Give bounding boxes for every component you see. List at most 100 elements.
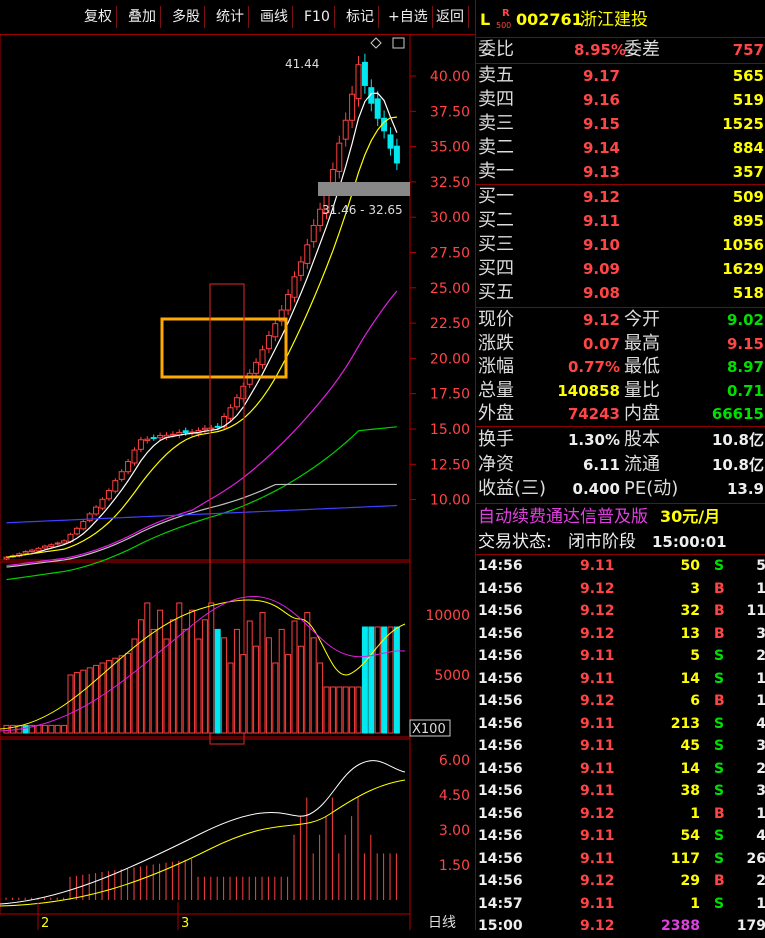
buy-vol: 518 — [732, 284, 764, 302]
volume-bar — [278, 628, 285, 734]
toolbar-button-8[interactable]: 返回 — [432, 6, 469, 28]
candle-body — [265, 335, 272, 350]
buy-label: 买一 — [478, 186, 514, 207]
tick-count: 1 — [756, 580, 765, 597]
sell-vol: 565 — [732, 67, 764, 85]
tick-time: 14:56 — [478, 738, 523, 754]
price-axis-label: 27.50 — [430, 246, 470, 262]
buy-label: 买四 — [478, 258, 514, 279]
volume-bar — [86, 667, 93, 734]
tick-time: 14:56 — [478, 603, 523, 619]
volume-bar — [125, 652, 132, 734]
tick-volume: 13 — [680, 625, 700, 642]
volume-bar — [112, 657, 119, 734]
toolbar-button-2[interactable]: 多股 — [168, 6, 205, 28]
tick-price: 9.11 — [580, 715, 615, 732]
tick-count: 179 — [736, 918, 765, 934]
price-axis-label: 12.50 — [430, 457, 470, 473]
tick-volume: 1 — [690, 895, 700, 912]
tick-volume: 45 — [680, 738, 700, 754]
toolbar-button-6[interactable]: 标记 — [342, 6, 379, 28]
tick-volume: 14 — [680, 760, 700, 777]
sell-level-3: 卖三 9.15 1525 — [476, 112, 765, 136]
toolbar-button-5[interactable]: F10 — [300, 6, 335, 28]
sell-label: 卖一 — [478, 161, 514, 182]
tick-count: 1 — [756, 805, 765, 822]
volume-bar — [61, 724, 68, 734]
tick-count: 2 — [756, 873, 765, 889]
quote-row: 涨跌 0.07 最高 9.15 — [476, 332, 765, 356]
sell-price: 9.17 — [582, 67, 620, 85]
tick-time: 14:56 — [478, 648, 523, 664]
indicator-axis-label: 6.00 — [439, 753, 470, 769]
indicator-pane-frame — [0, 738, 411, 915]
kline-chart[interactable]: 40.00 37.50 35.00 32.50 30.00 27.50 25.00 22.50… — [0, 34, 475, 930]
tick-side: S — [714, 828, 725, 844]
volume-bar — [317, 662, 324, 734]
volume-bar — [214, 628, 221, 734]
toolbar-button-7[interactable]: +自选 — [384, 6, 433, 28]
buy-level-1: 买一 9.12 509 — [476, 185, 765, 209]
tick-side: B — [714, 873, 725, 889]
sell-level-5: 卖五 9.17 565 — [476, 64, 765, 88]
volume-bar — [105, 660, 112, 734]
tick-row: 14:57 9.11 1 S 1 — [476, 893, 765, 916]
volume-bar — [374, 626, 381, 734]
quote-label: 外盘 — [478, 403, 514, 424]
tick-row: 14:56 9.11 45 S 3 — [476, 735, 765, 758]
tick-row: 14:56 9.12 6 B 1 — [476, 690, 765, 713]
quote-value: 74243 — [567, 405, 620, 423]
dif-line — [0, 760, 406, 905]
quote-label-2: 量比 — [624, 379, 660, 401]
quote-label-2: 最低 — [624, 356, 660, 377]
toolbar-button-3[interactable]: 统计 — [212, 6, 249, 28]
volume-bar — [3, 724, 10, 734]
candle-body — [144, 438, 151, 442]
webi-row: 委比 8.95% 委差 757 — [476, 38, 765, 62]
tick-side: B — [714, 580, 725, 597]
fund-row: 换手 1.30% 股本 10.8亿 — [476, 428, 765, 452]
tick-price: 9.12 — [580, 693, 615, 709]
candle-body — [93, 506, 100, 515]
tick-side: S — [714, 715, 725, 732]
promo-price: 30元/月 — [660, 507, 721, 526]
tick-count: 2 — [756, 760, 765, 777]
promo-banner[interactable]: 自动续费通达信普及版 30元/月 — [476, 505, 765, 531]
tick-volume: 213 — [670, 715, 700, 732]
toolbar-button-0[interactable]: 复权 — [80, 6, 117, 28]
candle-body — [374, 98, 381, 119]
volume-bar — [195, 638, 202, 734]
volume-bar — [150, 628, 157, 734]
volume-bar — [41, 724, 48, 734]
sell-level-2: 卖二 9.14 884 — [476, 136, 765, 160]
sell-level-1: 卖一 9.13 357 — [476, 160, 765, 184]
dea-line — [0, 779, 406, 907]
candle-body — [131, 449, 138, 464]
candle-body — [22, 551, 29, 554]
tick-time: 14:56 — [478, 693, 523, 709]
candle-body — [349, 93, 356, 121]
candle-body — [125, 461, 132, 473]
fund-value-2: 13.9 — [726, 480, 764, 498]
tick-time: 14:56 — [478, 625, 523, 642]
quote-label-2: 今开 — [624, 309, 660, 330]
tick-volume: 38 — [680, 783, 700, 799]
volume-bar — [99, 662, 106, 734]
buy-vol: 1056 — [722, 236, 764, 254]
price-axis-label: 40.00 — [430, 69, 470, 85]
candle-body — [157, 435, 164, 439]
toolbar-button-1[interactable]: 叠加 — [124, 6, 161, 28]
candle-body — [285, 293, 292, 311]
sell-vol: 884 — [732, 139, 764, 157]
volume-bar — [221, 637, 228, 734]
tick-count: 3 — [756, 738, 765, 754]
range-annotation: 31.46 - 32.65 — [322, 203, 403, 217]
volume-bar — [54, 724, 61, 734]
quote-label: 涨幅 — [478, 356, 514, 377]
volume-bar — [240, 654, 247, 734]
tick-row: 14:56 9.11 50 S 5 — [476, 555, 765, 578]
toolbar-button-4[interactable]: 画线 — [256, 6, 293, 28]
candle-body — [259, 349, 266, 366]
buy-price: 9.08 — [582, 284, 620, 302]
volume-bar — [361, 626, 368, 734]
